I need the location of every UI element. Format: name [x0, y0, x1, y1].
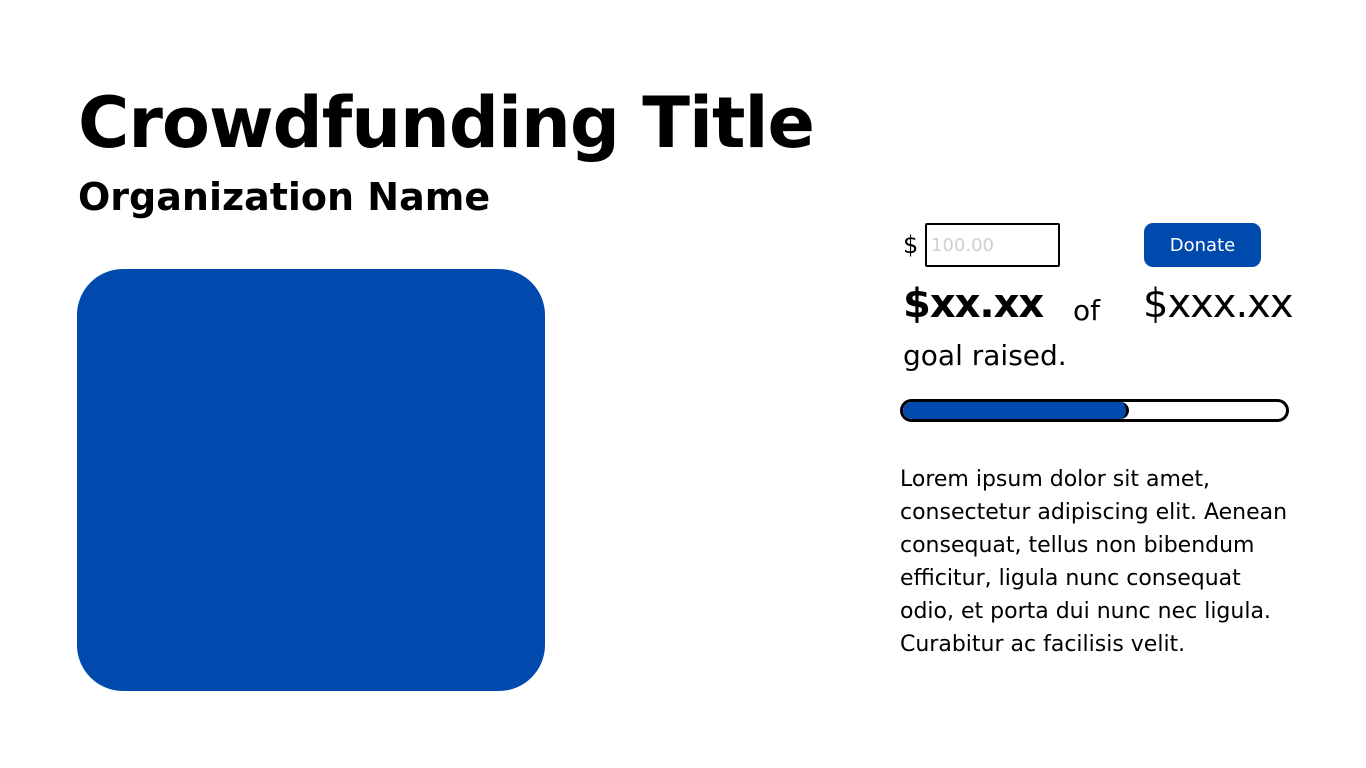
organization-name: Organization Name: [78, 175, 491, 219]
page-title: Crowdfunding Title: [78, 82, 815, 164]
campaign-description: Lorem ipsum dolor sit amet, consectetur …: [900, 467, 1288, 657]
amount-raised: $xx.xx: [903, 281, 1044, 327]
crowdfunding-page: Crowdfunding Title Organization Name $ D…: [0, 0, 1366, 768]
currency-symbol: $: [903, 231, 919, 259]
of-label: of: [1073, 294, 1100, 327]
campaign-image-placeholder: [77, 269, 545, 691]
goal-raised-caption: goal raised.: [903, 339, 1067, 372]
funding-progress-bar: [900, 399, 1289, 422]
donate-button[interactable]: Donate: [1144, 223, 1261, 267]
donation-amount-input[interactable]: [925, 223, 1060, 267]
goal-amount: $xxx.xx: [1143, 281, 1294, 327]
funding-progress-fill: [903, 402, 1129, 419]
